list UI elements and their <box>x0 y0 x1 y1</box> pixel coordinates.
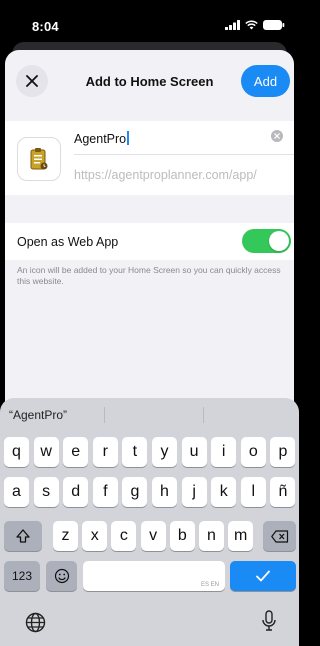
status-time: 8:04 <box>32 19 59 34</box>
card-divider <box>74 154 294 155</box>
key-x[interactable]: x <box>82 521 108 551</box>
key-z[interactable]: z <box>53 521 78 551</box>
shift-icon <box>16 529 30 543</box>
url-field: https://agentproplanner.com/app/ <box>74 168 257 182</box>
web-app-toggle[interactable] <box>242 229 291 253</box>
key-p[interactable]: p <box>270 437 296 467</box>
emoji-icon <box>54 568 69 584</box>
web-app-row: Open as Web App <box>5 223 294 260</box>
clipboard-icon <box>30 148 48 170</box>
sheet-nav: Add to Home Screen Add <box>5 50 294 116</box>
signal-icon <box>225 20 240 30</box>
key-d[interactable]: d <box>63 477 89 507</box>
key-n[interactable]: n <box>199 521 224 551</box>
helper-text: An icon will be added to your Home Scree… <box>17 265 281 286</box>
text-caret <box>127 131 129 145</box>
delete-key[interactable] <box>263 521 296 551</box>
clear-button[interactable] <box>271 130 283 142</box>
suggestion-divider <box>203 407 204 423</box>
key-e[interactable]: e <box>63 437 89 467</box>
keyboard-bottom-bar <box>0 598 299 646</box>
suggestion-1[interactable]: “AgentPro” <box>9 408 67 422</box>
wifi-icon <box>245 20 258 30</box>
key-r[interactable]: r <box>92 437 118 467</box>
name-field[interactable]: AgentPro <box>74 131 129 146</box>
clear-icon <box>274 133 280 139</box>
battery-icon <box>263 20 285 30</box>
microphone-icon[interactable] <box>262 610 276 632</box>
return-key[interactable] <box>230 561 296 591</box>
key-c[interactable]: c <box>111 521 137 551</box>
add-button[interactable]: Add <box>241 65 290 97</box>
numbers-key[interactable]: 123 <box>4 561 40 591</box>
shift-key[interactable] <box>4 521 42 551</box>
space-key[interactable]: ES EN <box>83 561 225 591</box>
suggestion-bar: “AgentPro” <box>0 398 299 432</box>
toggle-knob <box>269 231 289 251</box>
status-bar: 8:04 <box>0 0 299 44</box>
globe-icon[interactable] <box>25 612 46 633</box>
app-details-card: AgentPro https://agentproplanner.com/app… <box>5 121 294 195</box>
suggestion-divider <box>104 407 105 423</box>
key-a[interactable]: a <box>4 477 29 507</box>
key-ñ[interactable]: ñ <box>270 477 296 507</box>
key-y[interactable]: y <box>152 437 177 467</box>
emoji-key[interactable] <box>46 561 77 591</box>
status-icons <box>225 20 285 30</box>
key-m[interactable]: m <box>228 521 254 551</box>
web-app-label: Open as Web App <box>17 235 119 249</box>
language-hint: ES EN <box>200 582 219 588</box>
key-h[interactable]: h <box>152 477 177 507</box>
key-t[interactable]: t <box>122 437 148 467</box>
key-j[interactable]: j <box>181 477 207 507</box>
key-k[interactable]: k <box>211 477 237 507</box>
key-i[interactable]: i <box>211 437 237 467</box>
key-q[interactable]: q <box>4 437 29 467</box>
app-icon <box>17 137 61 181</box>
key-w[interactable]: w <box>33 437 59 467</box>
checkmark-icon <box>256 570 270 582</box>
key-u[interactable]: u <box>181 437 207 467</box>
key-g[interactable]: g <box>122 477 148 507</box>
key-f[interactable]: f <box>92 477 118 507</box>
key-s[interactable]: s <box>33 477 59 507</box>
name-value: AgentPro <box>74 132 127 146</box>
key-l[interactable]: l <box>240 477 266 507</box>
key-o[interactable]: o <box>240 437 266 467</box>
key-v[interactable]: v <box>140 521 166 551</box>
key-b[interactable]: b <box>169 521 195 551</box>
delete-icon <box>270 529 288 543</box>
